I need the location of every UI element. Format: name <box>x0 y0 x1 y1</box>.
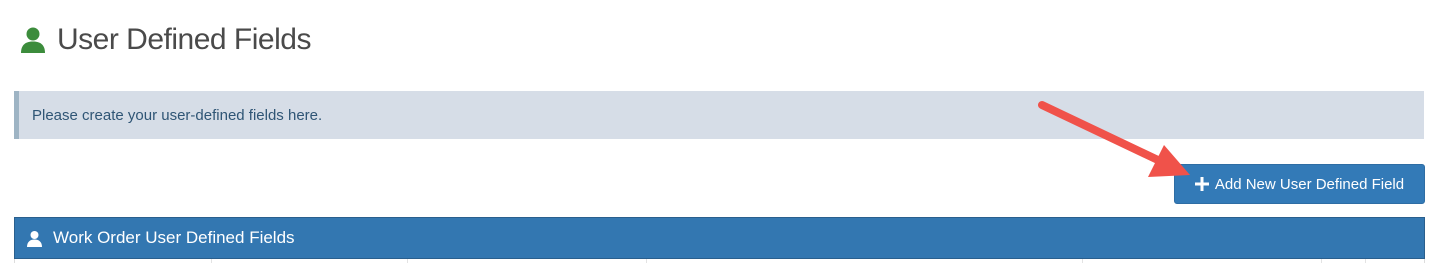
fields-table <box>14 259 1425 263</box>
table-column-divider <box>1082 259 1083 263</box>
page-header: User Defined Fields <box>19 22 311 58</box>
table-column-divider <box>1365 259 1366 263</box>
table-column-divider <box>1321 259 1322 263</box>
work-order-fields-panel-header: Work Order User Defined Fields <box>14 217 1425 259</box>
add-user-defined-field-button[interactable]: Add New User Defined Field <box>1174 164 1425 204</box>
user-icon <box>19 26 47 54</box>
info-message: Please create your user-defined fields h… <box>32 106 323 124</box>
info-alert: Please create your user-defined fields h… <box>14 91 1424 139</box>
page-title: User Defined Fields <box>57 23 311 56</box>
user-defined-fields-page: User Defined Fields Please create your u… <box>0 0 1433 263</box>
table-column-divider <box>407 259 408 263</box>
table-column-divider <box>211 259 212 263</box>
add-button-label: Add New User Defined Field <box>1214 175 1405 193</box>
annotation-arrow <box>1038 101 1190 177</box>
table-column-divider <box>646 259 647 263</box>
user-icon <box>26 230 43 247</box>
panel-title: Work Order User Defined Fields <box>53 228 295 247</box>
